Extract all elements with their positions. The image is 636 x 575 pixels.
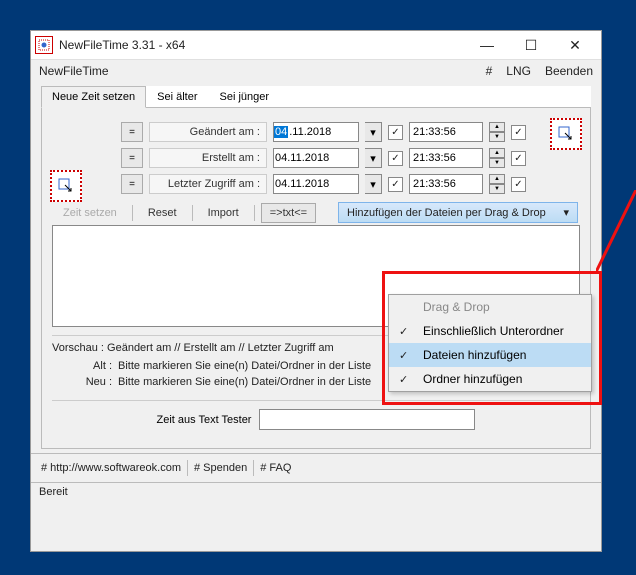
accessed-time-input[interactable]: 21:33:56 [409, 174, 483, 194]
check-icon: ✓ [399, 349, 413, 362]
app-icon [35, 36, 53, 54]
preview-neu-value: Bitte markieren Sie eine(n) Datei/Ordner… [118, 376, 371, 388]
menu-hash[interactable]: # [486, 64, 493, 78]
modified-date-input[interactable]: 04.11.2018 [273, 122, 359, 142]
row-accessed: = Letzter Zugriff am : 04.11.2018 ▾ ✓ 21… [52, 174, 580, 194]
tab-strip: Neue Zeit setzen Sei älter Sei jünger [41, 86, 591, 108]
tab-set-new-time[interactable]: Neue Zeit setzen [41, 86, 146, 108]
reset-button[interactable]: Reset [139, 203, 186, 223]
menu-add-folders[interactable]: ✓Ordner hinzufügen [389, 367, 591, 391]
status-bar: Bereit [31, 482, 601, 501]
time-spinner[interactable]: ▲▼ [489, 122, 505, 142]
cursor-target-icon[interactable] [50, 170, 82, 202]
preview-neu-label: Neu : [52, 376, 112, 388]
titlebar[interactable]: NewFileTime 3.31 - x64 — ☐ ✕ [31, 31, 601, 60]
text-tester-row: Zeit aus Text Tester [52, 400, 580, 438]
menu-lng[interactable]: LNG [506, 64, 531, 78]
date-picker-icon[interactable]: ▾ [365, 174, 382, 194]
date-picker-icon[interactable]: ▾ [365, 148, 382, 168]
check-icon: ✓ [399, 325, 413, 338]
close-button[interactable]: ✕ [553, 31, 597, 59]
time-spinner[interactable]: ▲▼ [489, 174, 505, 194]
chevron-down-icon: ▾ [563, 206, 569, 219]
set-time-button[interactable]: Zeit setzen [54, 203, 126, 223]
modified-time-checkbox[interactable]: ✓ [511, 125, 526, 140]
drag-drop-menu: Drag & Drop ✓Einschließlich Unterordner … [388, 294, 592, 392]
created-date-checkbox[interactable]: ✓ [388, 151, 403, 166]
footer-homepage-link[interactable]: # http://www.softwareok.com [41, 462, 181, 474]
status-text: Bereit [39, 486, 68, 498]
drag-drop-dropdown[interactable]: Hinzufügen der Dateien per Drag & Drop▾ [338, 202, 578, 223]
created-date-input[interactable]: 04.11.2018 [273, 148, 359, 168]
row-created: = Erstellt am : 04.11.2018 ▾ ✓ 21:33:56 … [52, 148, 580, 168]
time-spinner[interactable]: ▲▼ [489, 148, 505, 168]
modified-time-input[interactable]: 21:33:56 [409, 122, 483, 142]
tab-body: = Geändert am : 04.11.2018 ▾ ✓ 21:33:56 … [41, 108, 591, 449]
footer-donate-link[interactable]: # Spenden [194, 462, 247, 474]
footer-links: # http://www.softwareok.com # Spenden # … [31, 453, 601, 482]
preview-alt-label: Alt : [52, 360, 112, 372]
tab-be-younger[interactable]: Sei jünger [209, 86, 281, 108]
maximize-button[interactable]: ☐ [509, 31, 553, 59]
cursor-target-icon[interactable] [550, 118, 582, 150]
annotation-arrow [596, 190, 636, 280]
equal-button[interactable]: = [121, 174, 143, 194]
accessed-label: Letzter Zugriff am : [149, 174, 267, 194]
app-window: NewFileTime 3.31 - x64 — ☐ ✕ NewFileTime… [30, 30, 602, 552]
menu-add-files[interactable]: ✓Dateien hinzufügen [389, 343, 591, 367]
menubar: NewFileTime # LNG Beenden [31, 60, 601, 82]
app-name-label[interactable]: NewFileTime [39, 64, 109, 78]
modified-date-checkbox[interactable]: ✓ [388, 125, 403, 140]
text-tester-label: Zeit aus Text Tester [157, 414, 252, 426]
equal-button[interactable]: = [121, 122, 143, 142]
preview-alt-value: Bitte markieren Sie eine(n) Datei/Ordner… [118, 360, 371, 372]
import-button[interactable]: Import [199, 203, 248, 223]
txt-button[interactable]: =>txt<= [261, 203, 316, 223]
check-icon: ✓ [399, 373, 413, 386]
accessed-time-checkbox[interactable]: ✓ [511, 177, 526, 192]
menu-header: Drag & Drop [389, 295, 591, 319]
created-time-input[interactable]: 21:33:56 [409, 148, 483, 168]
equal-button[interactable]: = [121, 148, 143, 168]
row-modified: = Geändert am : 04.11.2018 ▾ ✓ 21:33:56 … [52, 122, 580, 142]
footer-faq-link[interactable]: # FAQ [260, 462, 291, 474]
window-title: NewFileTime 3.31 - x64 [59, 38, 465, 52]
modified-label: Geändert am : [149, 122, 267, 142]
toolbar: Zeit setzen Reset Import =>txt<= Hinzufü… [52, 200, 580, 225]
created-label: Erstellt am : [149, 148, 267, 168]
menu-include-subfolders[interactable]: ✓Einschließlich Unterordner [389, 319, 591, 343]
text-tester-input[interactable] [259, 409, 475, 430]
accessed-date-checkbox[interactable]: ✓ [388, 177, 403, 192]
created-time-checkbox[interactable]: ✓ [511, 151, 526, 166]
tab-be-older[interactable]: Sei älter [146, 86, 208, 108]
accessed-date-input[interactable]: 04.11.2018 [273, 174, 359, 194]
minimize-button[interactable]: — [465, 31, 509, 59]
menu-exit[interactable]: Beenden [545, 64, 593, 78]
date-picker-icon[interactable]: ▾ [365, 122, 382, 142]
